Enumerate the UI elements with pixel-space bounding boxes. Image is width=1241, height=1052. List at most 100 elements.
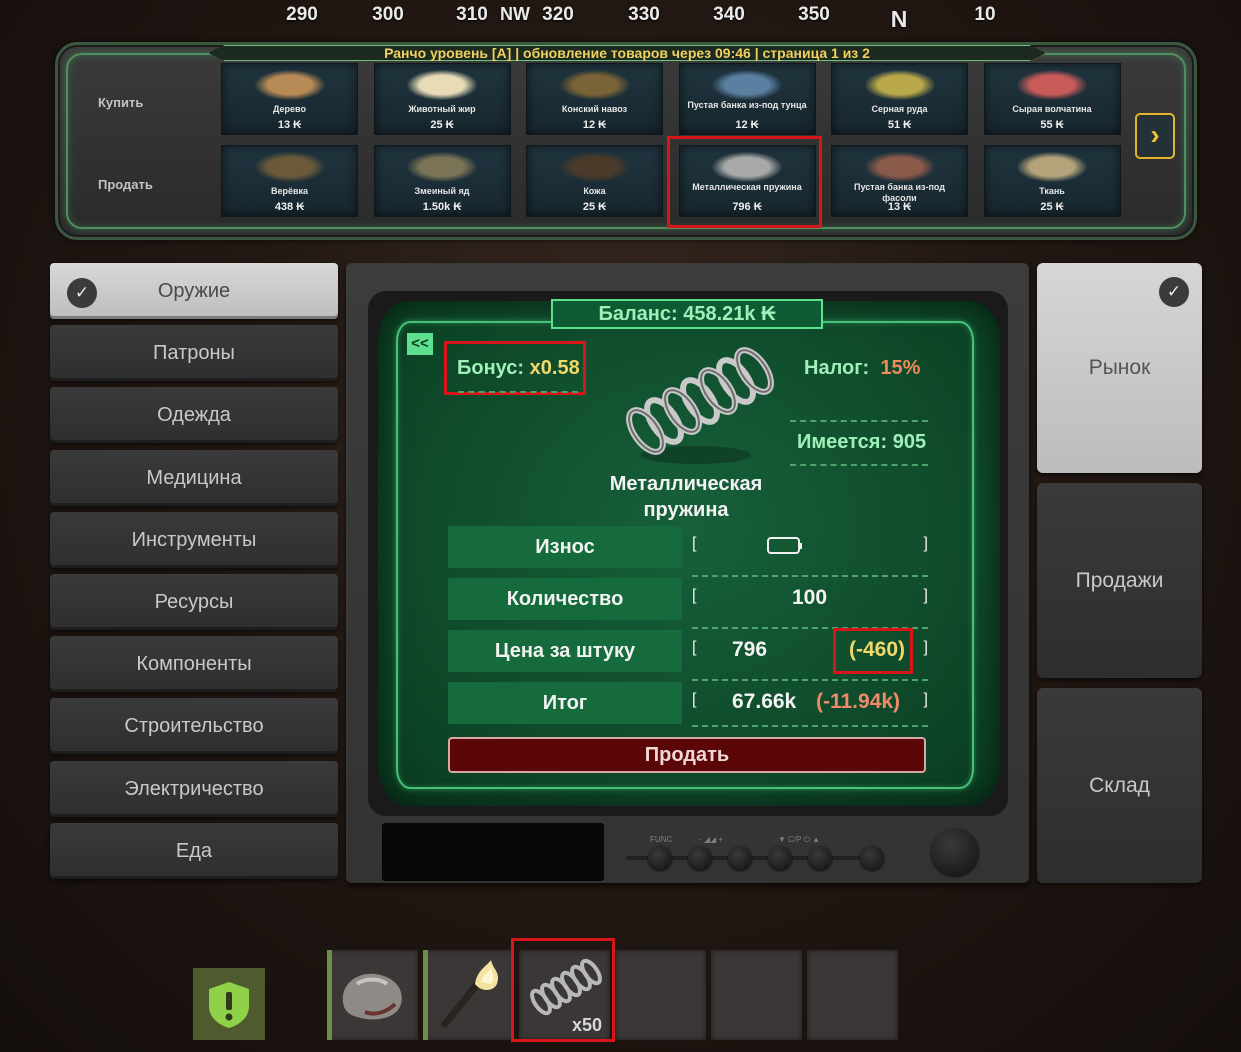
bracket-right-icon: ] <box>923 535 928 552</box>
item-name: Животный жир <box>408 104 476 114</box>
item-price: 12 ₭ <box>582 119 607 131</box>
tax-value: 15% <box>880 357 921 379</box>
volume-up-knob[interactable] <box>728 846 752 870</box>
hotbar-slot-1[interactable] <box>327 950 418 1040</box>
compass-tick: 310 <box>456 4 488 25</box>
buy-item-card[interactable]: Сырая волчатина 55 ₭ <box>983 63 1121 135</box>
unit-price-label: Цена за штуку <box>448 630 682 672</box>
category-button[interactable]: Компоненты <box>50 636 338 693</box>
category-label: Медицина <box>146 466 242 489</box>
category-button[interactable]: Ресурсы <box>50 574 338 630</box>
item-name: Кожа <box>583 186 606 196</box>
have-value: 905 <box>892 431 927 453</box>
item-name: Серная руда <box>871 104 928 114</box>
channel-label: ▼ C/P ⏻ ▲ <box>778 835 821 844</box>
highlight-hotbar-slot <box>511 938 615 1042</box>
category-label: Патроны <box>153 342 235 365</box>
buy-item-card[interactable]: Животный жир 25 ₭ <box>373 63 511 135</box>
item-icon <box>254 152 325 182</box>
category-button[interactable]: Оружие ✓ <box>50 263 338 319</box>
category-button[interactable]: Строительство <box>50 698 338 755</box>
buy-item-card[interactable]: Пустая банка из-под тунца 12 ₭ <box>678 63 816 135</box>
volume-label: - ◢◢ + <box>699 835 724 844</box>
item-price: 55 ₭ <box>1040 119 1064 131</box>
tab-sales[interactable]: Продажи <box>1037 483 1202 678</box>
total-delta: (-11.94k) <box>816 690 901 713</box>
buy-item-card[interactable]: Конский навоз 12 ₭ <box>526 63 663 135</box>
item-price: 13 ₭ <box>887 201 912 213</box>
sell-item-card[interactable]: Верёвка 438 ₭ <box>221 145 358 217</box>
category-button[interactable]: Электричество <box>50 760 338 817</box>
compass-bar: 290 300 310 NW 320 330 340 350 N 10 <box>0 0 1241 36</box>
hotbar-slot-4[interactable] <box>615 950 706 1040</box>
func-knob[interactable] <box>648 846 672 870</box>
hotbar-slot-6[interactable] <box>807 950 898 1040</box>
bracket-right-icon: ] <box>923 587 928 604</box>
total-field: [ 67.66k (-11.94k) ] <box>692 682 928 724</box>
next-page-button[interactable]: › <box>1135 113 1175 159</box>
sell-item-card[interactable]: Пустая банка из-под фасоли 13 ₭ <box>831 145 968 217</box>
stone-icon <box>342 973 402 1020</box>
item-price: 25 ₭ <box>582 201 607 213</box>
back-button[interactable]: << <box>407 333 433 355</box>
buy-item-card[interactable]: Серная руда 51 ₭ <box>831 63 968 135</box>
volume-down-knob[interactable] <box>688 846 712 870</box>
torch-icon <box>441 960 499 1028</box>
func-label: FUNC <box>650 835 673 844</box>
metal-spring-icon <box>626 347 774 464</box>
shield-warning-icon <box>209 982 249 1028</box>
tab-storage[interactable]: Склад <box>1037 688 1202 883</box>
item-icon <box>1017 152 1087 182</box>
item-name: Змеиный яд <box>414 186 470 196</box>
channel-up-knob[interactable] <box>860 846 884 870</box>
compass-tick: 330 <box>628 4 660 25</box>
item-icon <box>559 152 630 182</box>
trader-title: Ранчо уровень [A] | обновление товаров ч… <box>208 45 1046 61</box>
quantity-label: Количество <box>448 578 682 620</box>
tab-market-label: Рынок <box>1088 356 1151 379</box>
slot-indicator <box>327 950 332 1040</box>
compass-tick: 300 <box>372 4 404 25</box>
item-icon <box>1017 70 1087 100</box>
category-button[interactable]: Медицина <box>50 449 338 506</box>
tab-storage-label: Склад <box>1089 774 1150 797</box>
buy-item-card[interactable]: Дерево 13 ₭ <box>221 63 358 135</box>
hotbar-slot-5[interactable] <box>711 950 802 1040</box>
highlight-bonus <box>444 341 586 395</box>
category-label: Оружие <box>157 280 231 302</box>
quantity-field[interactable]: [ 100 ] <box>692 578 928 620</box>
highlight-price-delta <box>833 628 913 674</box>
total-value: 67.66k <box>732 690 797 713</box>
slot-indicator <box>423 950 428 1040</box>
status-shield <box>193 968 265 1040</box>
category-label: Еда <box>175 839 213 862</box>
total-label: Итог <box>448 682 682 724</box>
item-price: 13 ₭ <box>277 119 302 131</box>
category-button[interactable]: Инструменты <box>50 511 338 568</box>
category-button[interactable]: Одежда <box>50 387 338 444</box>
hotbar-slot-2[interactable] <box>423 950 514 1040</box>
sell-item-card[interactable]: Ткань 25 ₭ <box>983 145 1121 217</box>
category-button[interactable]: Еда <box>50 822 338 879</box>
compass-tick: N <box>890 6 908 32</box>
sell-button[interactable]: Продать <box>448 737 926 773</box>
balance-display: Баланс: 458.21k ₭ <box>551 299 823 329</box>
compass-tick: 350 <box>798 4 830 25</box>
wear-field: [ ] <box>692 526 928 568</box>
item-icon <box>407 70 477 100</box>
unit-price-value: 796 <box>732 638 768 661</box>
tax-stat: Налог: 15% <box>804 357 920 380</box>
sell-item-card[interactable]: Змеиный яд 1.50k ₭ <box>373 145 511 217</box>
item-name: Дерево <box>273 104 306 114</box>
durability-battery-icon <box>767 537 802 554</box>
compass-tick: 320 <box>542 4 574 25</box>
dial-knob[interactable] <box>931 828 979 876</box>
bracket-right-icon: ] <box>923 691 928 708</box>
channel-down-knob[interactable] <box>768 846 792 870</box>
bracket-left-icon: [ <box>692 587 697 604</box>
compass-tick: 10 <box>974 4 996 25</box>
category-label: Инструменты <box>131 528 257 551</box>
category-button[interactable]: Патроны <box>50 325 338 382</box>
power-knob[interactable] <box>808 846 832 870</box>
sell-item-card[interactable]: Кожа 25 ₭ <box>526 145 663 217</box>
